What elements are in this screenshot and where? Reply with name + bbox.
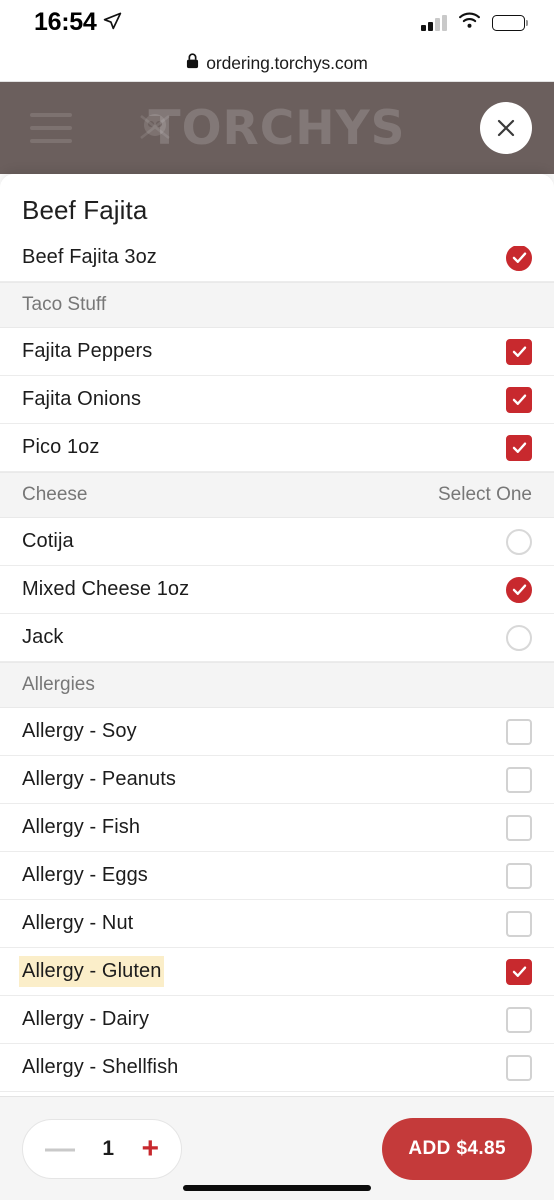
add-button-label: ADD $4.85 (408, 1138, 506, 1160)
clock-time: 16:54 (34, 8, 96, 37)
close-icon[interactable] (480, 102, 532, 154)
increment-quantity-button[interactable]: + (141, 1134, 159, 1164)
option-radio[interactable] (506, 246, 532, 271)
cellular-signal-icon (421, 15, 447, 31)
option-label: Jack (22, 626, 64, 649)
option-row[interactable]: Allergy - Peanuts (0, 756, 554, 804)
option-label: Beef Fajita 3oz (22, 246, 157, 269)
option-row[interactable]: Allergy - Dairy (0, 996, 554, 1044)
status-bar-right (421, 12, 528, 34)
option-row[interactable]: Jack (0, 614, 554, 662)
option-label: Allergy - Shellfish (22, 1056, 178, 1079)
options-scroll-area[interactable]: Beef Fajita 3oz Taco Stuff Fajita Peppers F… (0, 246, 554, 1096)
option-row[interactable]: Allergy - Eggs (0, 852, 554, 900)
options-list: Beef Fajita 3oz Taco Stuff Fajita Peppers F… (0, 246, 554, 1092)
option-checkbox[interactable] (506, 387, 532, 413)
option-label: Allergy - Peanuts (22, 768, 176, 791)
lock-icon (186, 53, 199, 74)
section-header: Allergies (0, 662, 554, 708)
option-checkbox[interactable] (506, 339, 532, 365)
option-radio[interactable] (506, 529, 532, 555)
section-hint: Select One (438, 484, 532, 506)
section-header: Taco Stuff (0, 282, 554, 328)
battery-icon (492, 15, 529, 31)
page-title: Beef Fajita (0, 195, 147, 226)
url-text: ordering.torchys.com (206, 53, 367, 74)
option-checkbox[interactable] (506, 1055, 532, 1081)
option-label: Mixed Cheese 1oz (22, 578, 189, 601)
option-row[interactable]: Allergy - Soy (0, 708, 554, 756)
brand-wordmark: TORCHYS (149, 101, 406, 156)
wifi-icon (458, 12, 481, 34)
quantity-value: 1 (102, 1137, 114, 1161)
option-label: Fajita Onions (22, 388, 141, 411)
option-label: Allergy - Soy (22, 720, 137, 743)
option-label: Fajita Peppers (22, 340, 152, 363)
option-radio[interactable] (506, 625, 532, 651)
option-label: Allergy - Eggs (22, 864, 148, 887)
option-checkbox[interactable] (506, 911, 532, 937)
option-label: Cotija (22, 530, 74, 553)
option-row[interactable]: Pico 1oz (0, 424, 554, 472)
option-checkbox[interactable] (506, 863, 532, 889)
order-action-bar: — 1 + ADD $4.85 (0, 1096, 554, 1200)
add-to-order-button[interactable]: ADD $4.85 (382, 1118, 532, 1180)
option-row[interactable]: Beef Fajita 3oz (0, 246, 554, 282)
item-customization-modal: Beef Fajita Beef Fajita 3oz Taco Stuff Faj… (0, 174, 554, 1200)
hamburger-menu-icon[interactable] (30, 113, 72, 143)
option-checkbox[interactable] (506, 767, 532, 793)
status-bar-left: 16:54 (34, 8, 122, 37)
section-header: Cheese Select One (0, 472, 554, 518)
option-checkbox[interactable] (506, 815, 532, 841)
option-row[interactable]: Fajita Peppers (0, 328, 554, 376)
modal-title-bar: Beef Fajita (0, 174, 554, 246)
option-row[interactable]: Allergy - Gluten (0, 948, 554, 996)
option-label: Allergy - Fish (22, 816, 140, 839)
option-row[interactable]: Fajita Onions (0, 376, 554, 424)
ios-status-bar: 16:54 (0, 0, 554, 45)
brand-logo: TORCHYS (0, 82, 554, 174)
option-row[interactable]: Cotija (0, 518, 554, 566)
option-checkbox[interactable] (506, 1007, 532, 1033)
quantity-stepper[interactable]: — 1 + (22, 1119, 182, 1179)
option-checkbox[interactable] (506, 435, 532, 461)
section-title: Taco Stuff (22, 294, 106, 316)
option-row[interactable]: Allergy - Nut (0, 900, 554, 948)
site-header: TORCHYS (0, 82, 554, 174)
option-row[interactable]: Allergy - Shellfish (0, 1044, 554, 1092)
browser-url-bar[interactable]: ordering.torchys.com (0, 45, 554, 82)
decrement-quantity-button[interactable]: — (45, 1134, 75, 1164)
location-arrow-icon (103, 11, 122, 35)
skull-logo-icon (135, 108, 175, 148)
option-label: Allergy - Gluten (22, 959, 161, 984)
option-row[interactable]: Mixed Cheese 1oz (0, 566, 554, 614)
option-checkbox[interactable] (506, 719, 532, 745)
option-row[interactable]: Allergy - Fish (0, 804, 554, 852)
section-title: Cheese (22, 484, 88, 506)
section-title: Allergies (22, 674, 95, 696)
option-checkbox[interactable] (506, 959, 532, 985)
option-label: Pico 1oz (22, 436, 100, 459)
option-radio[interactable] (506, 577, 532, 603)
option-label: Allergy - Nut (22, 912, 133, 935)
home-indicator (183, 1185, 371, 1191)
option-label: Allergy - Dairy (22, 1008, 149, 1031)
